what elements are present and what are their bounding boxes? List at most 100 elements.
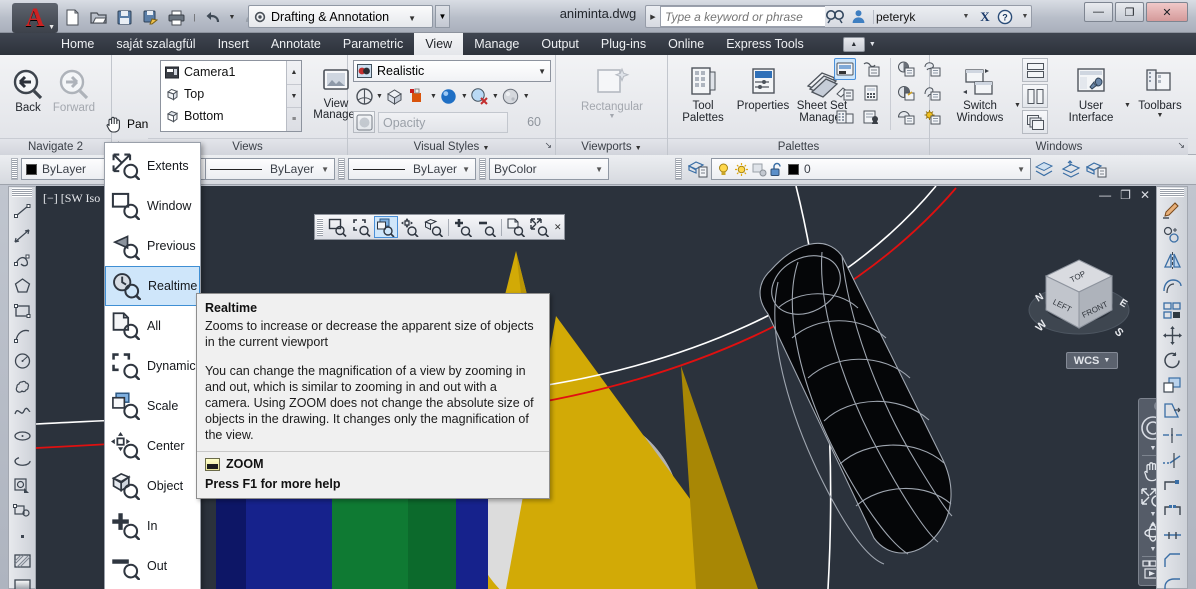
layer-states-icon[interactable]: [1083, 158, 1109, 180]
toolbar-grip[interactable]: [317, 218, 323, 236]
layer-properties-icon[interactable]: [685, 158, 711, 180]
arc-icon[interactable]: [9, 323, 35, 348]
point-icon[interactable]: [9, 523, 35, 548]
visual-style-combo[interactable]: Realistic ▼: [353, 60, 551, 82]
freeze-icon[interactable]: [752, 162, 767, 177]
viewport-close-button[interactable]: ✕: [1140, 188, 1150, 202]
lineweight-combo[interactable]: ByLayer ▼: [348, 158, 476, 180]
zoom-menu-item-previous[interactable]: Previous: [105, 226, 200, 266]
views-scrollbar[interactable]: ▲ ▼ ≡: [286, 61, 301, 131]
circle-icon[interactable]: [9, 348, 35, 373]
zoom-in-icon[interactable]: [451, 216, 475, 238]
zoom-window-icon[interactable]: [326, 216, 350, 238]
vs-hidden-icon[interactable]: [407, 85, 429, 107]
trim-icon[interactable]: [1157, 423, 1187, 448]
stretch-icon[interactable]: [1157, 398, 1187, 423]
zoom-toolbar[interactable]: ✕: [314, 214, 565, 240]
chamfer-icon[interactable]: [1157, 548, 1187, 573]
tab-saj-t-szalagf-l[interactable]: saját szalagfül: [105, 33, 206, 55]
user-menu-chevron-icon[interactable]: ▼: [959, 13, 973, 20]
zoom-menu-item-in[interactable]: In: [105, 506, 200, 546]
tab-view[interactable]: View: [414, 33, 464, 55]
zoom-dropdown-menu[interactable]: Extents Window Previous Realtime All Dynamic S…: [104, 142, 201, 589]
zoom-menu-item-center[interactable]: Center: [105, 426, 200, 466]
zoom-menu-item-out[interactable]: Out: [105, 546, 200, 586]
vs-4-dropdown[interactable]: ▼: [461, 93, 468, 100]
search-icon[interactable]: [825, 9, 851, 24]
infocenter-expand-icon[interactable]: ▶: [646, 13, 660, 21]
zoom-center-icon[interactable]: [398, 216, 422, 238]
toolbars-button[interactable]: Toolbars ▼: [1132, 60, 1188, 119]
construction-line-icon[interactable]: [9, 223, 35, 248]
ellipse-arc-icon[interactable]: [9, 448, 35, 473]
dialog-launcher-icon[interactable]: ↘: [1177, 137, 1185, 154]
xray-toggle-button[interactable]: [353, 111, 375, 133]
break-at-point-icon[interactable]: [1157, 473, 1187, 498]
toolbar-grip[interactable]: [338, 158, 345, 180]
hatch-icon[interactable]: [9, 548, 35, 573]
linetype-combo[interactable]: ByLayer ▼: [205, 158, 335, 180]
views-list-item-0[interactable]: Camera1: [161, 61, 301, 83]
vs-1-dropdown[interactable]: ▼: [376, 93, 383, 100]
pan-button[interactable]: Pan: [104, 114, 148, 134]
cascade-icon[interactable]: [1022, 110, 1048, 134]
zoom-dynamic-icon[interactable]: [350, 216, 374, 238]
views-list-item-2[interactable]: Bottom: [161, 105, 301, 127]
tab-output[interactable]: Output: [530, 33, 590, 55]
copy-icon[interactable]: [1157, 223, 1187, 248]
scale-icon[interactable]: [1157, 373, 1187, 398]
toolbar-grip[interactable]: [675, 158, 682, 180]
render-presets-icon[interactable]: [895, 82, 917, 104]
ribbon-minimize-button[interactable]: ▲: [842, 36, 865, 52]
vs-shaded-icon[interactable]: [469, 85, 491, 107]
revision-cloud-icon[interactable]: [9, 373, 35, 398]
chevron-down-icon[interactable]: ▼: [1132, 112, 1188, 119]
chevron-down-icon[interactable]: ▼: [869, 41, 876, 48]
minimize-button[interactable]: —: [1084, 2, 1113, 22]
chevron-down-icon[interactable]: ▼: [1017, 165, 1025, 174]
zoom-menu-item-realtime[interactable]: Realtime: [105, 266, 200, 306]
tab-online[interactable]: Online: [657, 33, 715, 55]
move-icon[interactable]: [1157, 323, 1187, 348]
vs-5-dropdown[interactable]: ▼: [492, 93, 499, 100]
external-references-icon[interactable]: [834, 106, 856, 128]
chevron-down-icon[interactable]: ▼: [1103, 357, 1110, 364]
chevron-down-icon[interactable]: ▼: [321, 165, 329, 174]
zoom-menu-item-extents[interactable]: Extents: [105, 146, 200, 186]
tab-parametric[interactable]: Parametric: [332, 33, 414, 55]
views-list-item-1[interactable]: Top: [161, 83, 301, 105]
join-icon[interactable]: [1157, 523, 1187, 548]
rectangle-icon[interactable]: [9, 298, 35, 323]
tab-plug-ins[interactable]: Plug-ins: [590, 33, 657, 55]
vs-2dwireframe-icon[interactable]: [353, 85, 375, 107]
properties-button[interactable]: Properties: [732, 60, 794, 112]
tile-vertically-icon[interactable]: [1022, 84, 1048, 108]
markup-set-icon[interactable]: [860, 58, 882, 80]
views-list[interactable]: Camera1 Top Bottom ▲ ▼ ≡: [160, 60, 302, 132]
view-cube[interactable]: N E W S TOP LEFT FRONT: [1024, 248, 1134, 358]
chevron-down-icon[interactable]: ▼: [482, 145, 489, 152]
tab-insert[interactable]: Insert: [207, 33, 260, 55]
break-icon[interactable]: [1157, 498, 1187, 523]
zoom-all-icon[interactable]: [504, 216, 528, 238]
layer-combo[interactable]: 0 ▼: [711, 158, 1031, 180]
search-input[interactable]: [660, 6, 825, 27]
back-button[interactable]: Back: [2, 62, 54, 114]
help-menu-chevron-icon[interactable]: ▼: [1019, 13, 1031, 20]
layer-make-current-icon[interactable]: [1057, 158, 1083, 180]
forward-button[interactable]: Forward: [48, 62, 100, 114]
tab-express-tools[interactable]: Express Tools: [715, 33, 815, 55]
chevron-down-icon[interactable]: ▼: [595, 165, 603, 174]
help-icon[interactable]: ?: [997, 9, 1019, 25]
dialog-launcher-icon[interactable]: ↘: [544, 137, 552, 154]
viewport-minimize-button[interactable]: —: [1099, 188, 1111, 202]
chevron-down-icon[interactable]: ▼: [538, 67, 546, 76]
vs-xray-icon[interactable]: [500, 85, 522, 107]
zoom-menu-item-all[interactable]: All: [105, 306, 200, 346]
layer-previous-icon[interactable]: [1031, 158, 1057, 180]
rotate-icon[interactable]: [1157, 348, 1187, 373]
switch-windows-button[interactable]: Switch Windows: [946, 60, 1014, 124]
viewport-maximize-button[interactable]: ❐: [1120, 188, 1131, 202]
sun-icon[interactable]: [734, 162, 749, 177]
mirror-icon[interactable]: [1157, 248, 1187, 273]
